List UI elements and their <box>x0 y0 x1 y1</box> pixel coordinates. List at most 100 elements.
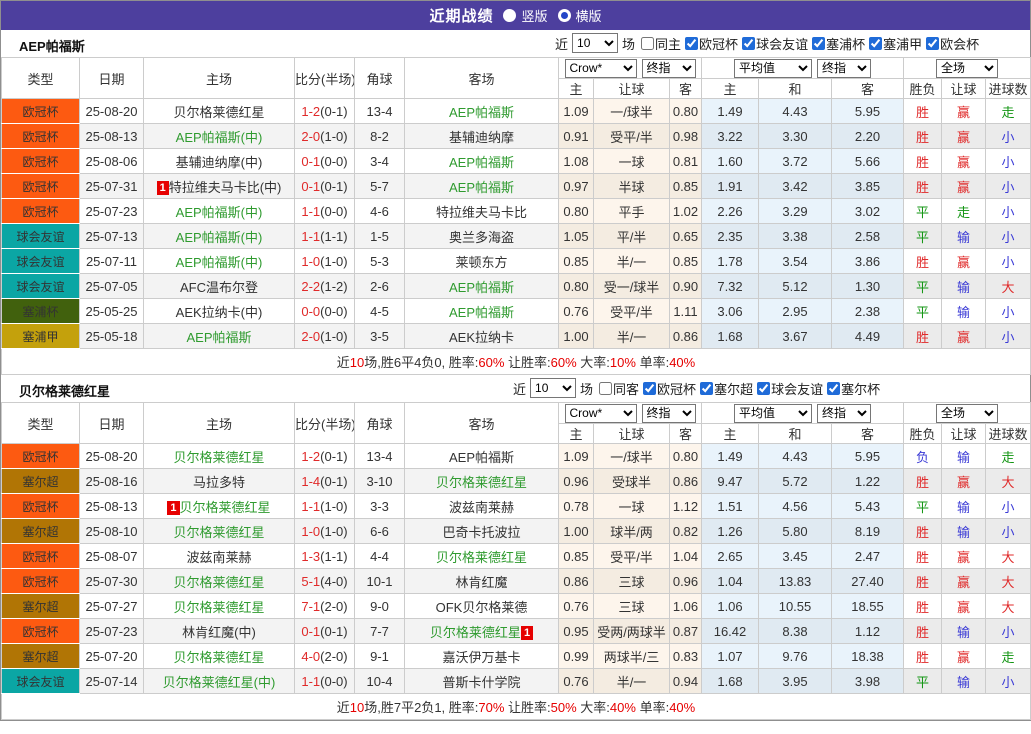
result-value: 小 <box>1001 675 1014 690</box>
goals-result-cell: 小 <box>986 174 1031 199</box>
avg-home-odds-cell: 1.07 <box>702 644 759 669</box>
summary-segment: 大率: <box>577 355 610 370</box>
avg-draw-odds-cell: 9.76 <box>759 644 832 669</box>
average-stage-select[interactable]: 终指 <box>817 59 871 78</box>
league-filter[interactable]: 欧冠杯 <box>639 379 696 398</box>
layout-radio-horizontal[interactable]: 横版 <box>558 6 602 25</box>
score-cell: 0-1(0-1) <box>295 619 355 644</box>
average-select[interactable]: 平均值 <box>734 404 812 423</box>
avg-draw-odds-cell: 13.83 <box>759 569 832 594</box>
avg-home-odds-cell: 1.68 <box>702 669 759 694</box>
avg-home-odds-cell: 1.68 <box>702 324 759 349</box>
away-team-cell: 巴奇卡托波拉 <box>405 519 559 544</box>
summary-segment: 40% <box>669 700 695 715</box>
odds-stage-select[interactable]: 终指 <box>642 404 696 423</box>
home-team-cell: 马拉多特 <box>144 469 295 494</box>
crow-handicap-cell: 受两/两球半 <box>594 619 670 644</box>
home-team-name: AFC温布尔登 <box>180 280 258 295</box>
crow-away-odds-cell: 1.11 <box>670 299 702 324</box>
fulltime-select[interactable]: 全场 <box>936 59 998 78</box>
league-checkbox[interactable] <box>685 37 698 50</box>
fulltime-select[interactable]: 全场 <box>936 404 998 423</box>
average-select[interactable]: 平均值 <box>734 59 812 78</box>
fulltime-score: 0-1 <box>301 154 320 169</box>
match-count-select[interactable]: 10 <box>572 33 618 53</box>
league-filter[interactable]: 球会友谊 <box>738 34 808 53</box>
league-checkbox[interactable] <box>926 37 939 50</box>
goals-result-cell: 走 <box>986 99 1031 124</box>
match-row: 塞尔超25-07-27贝尔格莱德红星7-1(2-0)9-0OFK贝尔格莱德0.7… <box>2 594 1031 619</box>
league-filter[interactable]: 塞浦甲 <box>865 34 922 53</box>
same-venue-filter[interactable]: 同主 <box>637 34 681 53</box>
league-filter[interactable]: 塞尔超 <box>696 379 753 398</box>
date-cell: 25-08-20 <box>80 99 144 124</box>
match-count-select[interactable]: 10 <box>530 378 576 398</box>
result-value: 输 <box>957 305 970 320</box>
corner-cell: 4-4 <box>355 544 405 569</box>
halftime-score: (2-0) <box>320 649 347 664</box>
avg-draw-odds-cell: 3.38 <box>759 224 832 249</box>
layout-radio-vertical[interactable]: 竖版 <box>503 6 547 25</box>
winlose-result-cell: 平 <box>904 199 942 224</box>
halftime-score: (4-0) <box>320 574 347 589</box>
result-group: 全场 <box>904 403 1031 424</box>
league-filter[interactable]: 塞浦杯 <box>808 34 865 53</box>
bookmaker-select[interactable]: Crow* <box>565 404 637 423</box>
handicap-result-cell: 输 <box>942 299 986 324</box>
league-checkbox[interactable] <box>827 382 840 395</box>
away-team-cell: 贝尔格莱德红星1 <box>405 619 559 644</box>
league-checkbox[interactable] <box>700 382 713 395</box>
fulltime-score: 1-4 <box>301 474 320 489</box>
odds-stage-select[interactable]: 终指 <box>642 59 696 78</box>
league-filter[interactable]: 球会友谊 <box>753 379 823 398</box>
halftime-score: (0-1) <box>320 624 347 639</box>
summary-segment: 近 <box>337 355 350 370</box>
league-checkbox[interactable] <box>643 382 656 395</box>
league-filter[interactable]: 塞尔杯 <box>823 379 880 398</box>
odds-group-average: 平均值 终指 <box>702 58 904 79</box>
crow-handicap-cell: 半/一 <box>594 324 670 349</box>
result-value: 输 <box>957 625 970 640</box>
avg-home-odds-cell: 1.26 <box>702 519 759 544</box>
radio-label-horizontal: 横版 <box>576 6 602 25</box>
results-table: 类型 日期 主场 比分(半场) 角球 客场 Crow* 终指 平均值 终指 <box>1 402 1031 720</box>
same-venue-checkbox[interactable] <box>599 382 612 395</box>
league-type-cell: 球会友谊 <box>2 274 80 299</box>
same-venue-checkbox[interactable] <box>641 37 654 50</box>
score-cell: 5-1(4-0) <box>295 569 355 594</box>
crow-home-odds-cell: 0.78 <box>559 494 594 519</box>
league-checkbox[interactable] <box>757 382 770 395</box>
home-team-cell: AEP帕福斯(中) <box>144 249 295 274</box>
handicap-result-cell: 输 <box>942 274 986 299</box>
crow-home-odds-cell: 0.86 <box>559 569 594 594</box>
team-name: AEP帕福斯 <box>19 36 85 55</box>
score-cell: 0-1(0-1) <box>295 174 355 199</box>
page-title: 近期战绩 <box>429 5 493 26</box>
league-filter[interactable]: 欧会杯 <box>922 34 979 53</box>
same-venue-filter[interactable]: 同客 <box>595 379 639 398</box>
crow-handicap-cell: 一/球半 <box>594 444 670 469</box>
handicap-result-cell: 赢 <box>942 594 986 619</box>
corner-cell: 9-0 <box>355 594 405 619</box>
league-filter[interactable]: 欧冠杯 <box>681 34 738 53</box>
result-value: 胜 <box>916 600 929 615</box>
average-stage-select[interactable]: 终指 <box>817 404 871 423</box>
league-checkbox[interactable] <box>742 37 755 50</box>
score-cell: 1-1(1-1) <box>295 224 355 249</box>
league-label: 球会友谊 <box>771 379 823 398</box>
bookmaker-select[interactable]: Crow* <box>565 59 637 78</box>
crow-away-odds-cell: 0.65 <box>670 224 702 249</box>
result-value: 胜 <box>916 155 929 170</box>
league-checkbox[interactable] <box>869 37 882 50</box>
avg-home-odds-cell: 1.78 <box>702 249 759 274</box>
avg-home-odds-cell: 2.26 <box>702 199 759 224</box>
league-type-cell: 欧冠杯 <box>2 99 80 124</box>
date-cell: 25-08-13 <box>80 124 144 149</box>
league-checkbox[interactable] <box>812 37 825 50</box>
result-value: 胜 <box>916 130 929 145</box>
result-value: 胜 <box>916 330 929 345</box>
summary-segment: 40% <box>610 700 636 715</box>
sub-header-handicap-result: 让球 <box>942 79 986 99</box>
home-team-name: 贝尔格莱德红星 <box>173 105 264 120</box>
match-row: 欧冠杯25-07-311特拉维夫马卡比(中)0-1(0-1)5-7AEP帕福斯0… <box>2 174 1031 199</box>
